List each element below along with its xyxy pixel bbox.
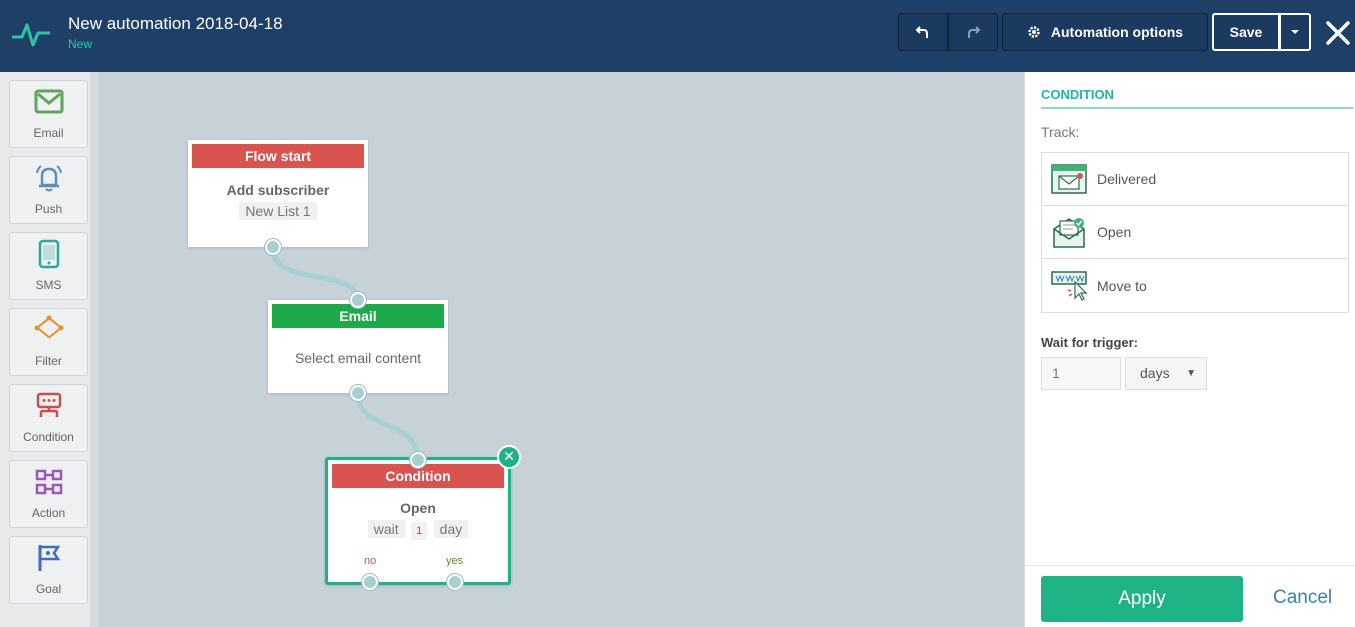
input-port[interactable]	[410, 452, 426, 468]
track-option-move-to[interactable]: Move to	[1042, 259, 1348, 312]
workflow-canvas[interactable]: Flow start Add subscriber New List 1 Ema…	[106, 72, 1024, 627]
condition-node[interactable]: Condition Open wait 1 day no yes	[325, 452, 511, 590]
panel-divider	[1025, 565, 1355, 566]
redo-icon	[968, 26, 981, 38]
tool-label: Condition	[23, 430, 74, 444]
caret-down-icon: ▼	[1186, 368, 1196, 379]
automation-title[interactable]: New automation 2018-04-18	[68, 14, 283, 34]
track-option-delivered[interactable]: Delivered	[1042, 153, 1348, 206]
save-button[interactable]: Save	[1212, 13, 1280, 51]
node-header: Flow start	[192, 144, 364, 168]
track-option-label: Move to	[1097, 277, 1147, 294]
no-output-port[interactable]	[362, 574, 378, 590]
pulse-logo-icon	[12, 23, 50, 47]
panel-title: CONDITION	[1041, 87, 1114, 102]
track-options-list: Delivered Open Move to	[1041, 152, 1349, 313]
yes-output-port[interactable]	[447, 574, 463, 590]
close-icon[interactable]	[1325, 20, 1351, 46]
automation-options-label: Automation options	[1050, 24, 1184, 40]
click-link-icon	[1051, 270, 1087, 301]
track-option-label: Open	[1097, 224, 1132, 240]
track-option-label: Delivered	[1097, 171, 1157, 187]
undo-button[interactable]	[898, 13, 948, 51]
filter-branch-icon	[34, 315, 64, 339]
delete-node-button[interactable]: ✕	[497, 445, 521, 469]
tool-email[interactable]: Email	[9, 80, 88, 148]
bell-icon	[36, 165, 62, 192]
tool-label: Action	[31, 506, 66, 520]
output-port[interactable]	[350, 385, 366, 401]
condition-icon	[36, 392, 62, 417]
phone-icon	[38, 239, 60, 269]
tool-label: SMS	[35, 278, 62, 292]
open-email-icon	[1053, 218, 1085, 248]
wait-for-trigger-label: Wait for trigger:	[1041, 335, 1139, 350]
input-port[interactable]	[350, 292, 366, 308]
apply-button[interactable]: Apply	[1041, 576, 1243, 622]
undo-icon	[915, 26, 928, 38]
redo-button[interactable]	[948, 13, 998, 51]
action-icon	[35, 469, 63, 495]
track-label: Track:	[1041, 124, 1080, 140]
tool-action[interactable]: Action	[9, 460, 88, 528]
caret-down-icon	[1291, 30, 1299, 34]
yes-branch-label: yes	[446, 555, 464, 567]
node-title: Add subscriber	[226, 182, 330, 198]
save-dropdown-button[interactable]	[1280, 13, 1311, 51]
wait-unit-select[interactable]: days ▼	[1125, 357, 1207, 390]
element-toolbar: Email Push SMS Filter Condition Action G…	[0, 72, 98, 627]
track-option-open[interactable]: Open	[1042, 206, 1348, 259]
tool-push[interactable]: Push	[9, 156, 88, 224]
list-tag: New List 1	[239, 202, 317, 220]
automation-options-button[interactable]: Automation options	[1002, 13, 1208, 51]
envelope-icon	[34, 89, 64, 114]
cancel-button[interactable]: Cancel	[1273, 587, 1332, 609]
tool-condition[interactable]: Condition	[9, 384, 88, 452]
no-branch-label: no	[364, 555, 377, 567]
node-title: Open	[400, 500, 436, 516]
tool-sms[interactable]: SMS	[9, 232, 88, 300]
tool-label: Push	[34, 202, 63, 216]
flow-start-node[interactable]: Flow start Add subscriber New List 1	[188, 140, 368, 255]
flag-icon	[38, 545, 61, 571]
automation-status: New	[68, 37, 93, 51]
panel-title-underline	[1041, 107, 1353, 109]
wait-value-tag: 1	[411, 522, 428, 540]
wait-unit-value: days	[1140, 365, 1170, 381]
gear-icon	[1028, 26, 1040, 38]
top-header: New automation 2018-04-18 New Automation…	[0, 0, 1355, 72]
wait-value-input[interactable]: 1	[1041, 357, 1121, 390]
condition-settings-panel: CONDITION Track: Delivered Open Move to …	[1024, 72, 1355, 627]
tool-goal[interactable]: Goal	[9, 536, 88, 604]
tool-label: Email	[33, 126, 64, 140]
tool-label: Filter	[35, 354, 62, 368]
tool-label: Goal	[35, 582, 62, 596]
wait-tag: wait	[367, 520, 405, 538]
delivered-email-icon	[1051, 164, 1087, 194]
tool-filter[interactable]: Filter	[9, 308, 88, 376]
email-node[interactable]: Email Select email content	[268, 292, 448, 401]
output-port[interactable]	[265, 239, 281, 255]
wait-unit-tag: day	[433, 520, 469, 538]
node-text: Select email content	[294, 350, 422, 366]
